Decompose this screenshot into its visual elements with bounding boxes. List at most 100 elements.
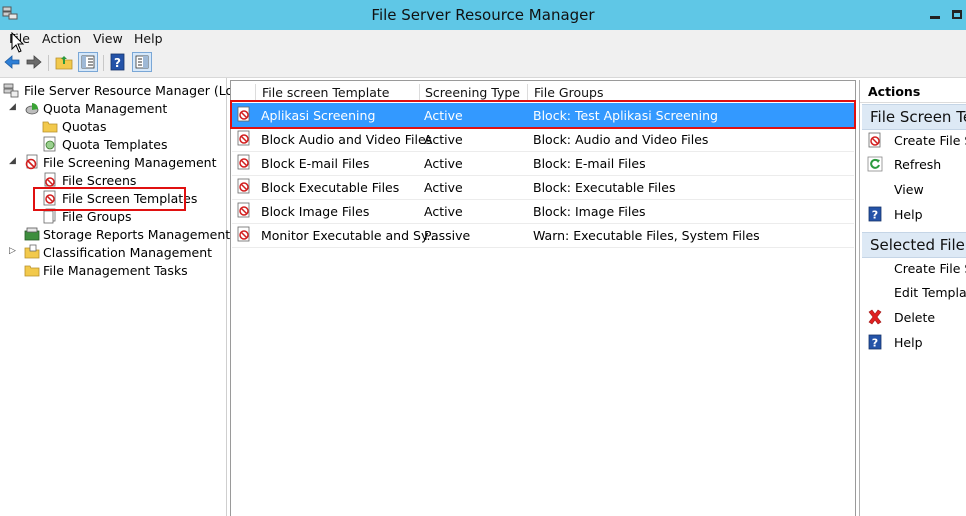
tree-label: Quota Management — [43, 101, 168, 116]
storage-reports-icon — [24, 227, 40, 241]
cell-template: Monitor Executable and Sy... — [261, 228, 439, 243]
table-row[interactable]: Block E-mail Files Active Block: E-mail … — [232, 151, 854, 176]
expand-arrow-icon[interactable]: ▷ — [9, 246, 19, 256]
help-icon: ? — [868, 334, 882, 350]
toolbar-separator — [48, 55, 49, 71]
tree-item-file-management-tasks[interactable]: File Management Tasks — [0, 261, 226, 279]
svg-text:?: ? — [114, 56, 121, 70]
actions-section-selected[interactable]: Selected File S — [862, 232, 966, 258]
table-row[interactable]: Aplikasi Screening Active Block: Test Ap… — [232, 103, 854, 128]
up-folder-icon[interactable] — [54, 52, 74, 72]
column-header-screening-type[interactable]: Screening Type — [425, 85, 520, 100]
menu-bar: File Action View Help — [0, 30, 966, 50]
tree-label: Classification Management — [43, 245, 213, 260]
action-refresh[interactable]: Refresh — [860, 153, 966, 175]
cell-template: Block Image Files — [261, 204, 370, 219]
column-header-template[interactable]: File screen Template — [262, 85, 389, 100]
classification-icon — [24, 244, 40, 259]
tree-item-quota-templates[interactable]: Quota Templates — [0, 135, 226, 153]
action-create-file-screen[interactable]: Create File Scr — [860, 257, 966, 279]
toolbar: ? — [0, 50, 966, 78]
file-screen-icon — [44, 172, 56, 187]
file-management-tasks-icon — [24, 265, 40, 277]
back-icon[interactable] — [2, 52, 22, 72]
action-view[interactable]: View — [860, 178, 966, 200]
cell-type: Active — [424, 204, 463, 219]
tree-item-storage-reports[interactable]: Storage Reports Management — [0, 225, 230, 243]
tree-label: File Screening Management — [43, 155, 217, 170]
mouse-cursor-icon — [11, 32, 25, 53]
actions-section-file-screen-templates[interactable]: File Screen Ter — [862, 104, 966, 130]
cell-groups: Block: Audio and Video Files — [533, 132, 709, 147]
forward-icon[interactable] — [24, 52, 44, 72]
navigation-tree: File Server Resource Manager (Local) ◢ Q… — [0, 78, 256, 516]
collapse-arrow-icon[interactable]: ◢ — [9, 156, 19, 166]
action-help-2[interactable]: ? Help — [860, 331, 966, 353]
column-separator — [255, 84, 256, 101]
show-hide-tree-icon[interactable] — [78, 52, 98, 72]
tree-item-file-screens[interactable]: File Screens — [0, 171, 226, 189]
help-icon[interactable]: ? — [108, 52, 128, 72]
table-row[interactable]: Monitor Executable and Sy... Passive War… — [232, 223, 854, 248]
tree-item-classification[interactable]: ▷ Classification Management — [0, 243, 226, 261]
tree-label: Storage Reports Management — [43, 227, 231, 242]
table-row[interactable]: Block Audio and Video Files Active Block… — [232, 127, 854, 152]
cell-type: Active — [424, 108, 463, 123]
column-separator — [419, 84, 420, 101]
menu-help[interactable]: Help — [134, 31, 163, 46]
action-label: Help — [894, 207, 923, 222]
window-title: File Server Resource Manager — [371, 6, 595, 24]
svg-text:?: ? — [872, 337, 878, 350]
column-separator — [527, 84, 528, 101]
maximize-button[interactable] — [948, 2, 966, 26]
column-header-file-groups[interactable]: File Groups — [534, 85, 603, 100]
tree-label: File Management Tasks — [43, 263, 188, 278]
tree-label: Quotas — [62, 119, 107, 134]
title-bar: File Server Resource Manager — [0, 0, 966, 30]
tree-item-file-groups[interactable]: File Groups — [0, 207, 226, 225]
menu-view[interactable]: View — [93, 31, 123, 46]
table-row[interactable]: Block Image Files Active Block: Image Fi… — [232, 199, 854, 224]
action-help[interactable]: ? Help — [860, 203, 966, 225]
action-label: Help — [894, 335, 923, 350]
file-screen-template-icon — [43, 190, 56, 206]
tree-item-quotas[interactable]: Quotas — [0, 117, 226, 135]
delete-icon — [868, 309, 882, 325]
actions-header: Actions — [860, 80, 966, 103]
tree-item-root[interactable]: File Server Resource Manager (Local) — [0, 81, 256, 99]
file-screen-template-icon — [237, 226, 250, 242]
show-hide-action-pane-icon[interactable] — [132, 52, 152, 72]
tree-item-quota-management[interactable]: ◢ Quota Management — [0, 99, 226, 117]
action-create-file-screen-template[interactable]: Create File Scr — [860, 129, 966, 151]
file-screen-template-icon — [237, 178, 250, 194]
cell-template: Block Audio and Video Files — [261, 132, 433, 147]
menu-action[interactable]: Action — [42, 31, 81, 46]
action-label: Edit Template — [894, 285, 966, 300]
file-screening-icon — [25, 154, 38, 170]
cell-type: Active — [424, 180, 463, 195]
file-screen-template-icon — [868, 132, 881, 148]
action-label: Refresh — [894, 157, 942, 172]
tree-item-file-screen-templates[interactable]: File Screen Templates — [0, 189, 226, 207]
collapse-arrow-icon[interactable]: ◢ — [9, 102, 19, 112]
tree-item-file-screening-management[interactable]: ◢ File Screening Management — [0, 153, 226, 171]
folder-icon — [42, 121, 58, 133]
cell-type: Active — [424, 132, 463, 147]
cell-template: Block E-mail Files — [261, 156, 370, 171]
cell-groups: Warn: Executable Files, System Files — [533, 228, 760, 243]
action-delete[interactable]: Delete — [860, 306, 966, 328]
action-edit-template[interactable]: Edit Template — [860, 281, 966, 303]
action-label: View — [894, 182, 924, 197]
action-label: Delete — [894, 310, 936, 325]
cell-template: Aplikasi Screening — [261, 108, 376, 123]
action-label: Create File Scr — [894, 261, 966, 276]
table-row[interactable]: Block Executable Files Active Block: Exe… — [232, 175, 854, 200]
cell-type: Passive — [424, 228, 471, 243]
toolbar-separator — [103, 55, 104, 71]
tree-label: File Server Resource Manager (Local) — [24, 83, 257, 98]
tree-label: Quota Templates — [62, 137, 168, 152]
file-screen-template-icon — [237, 154, 250, 170]
minimize-button[interactable] — [918, 2, 946, 26]
quota-template-icon — [43, 136, 56, 152]
server-icon — [3, 83, 19, 98]
